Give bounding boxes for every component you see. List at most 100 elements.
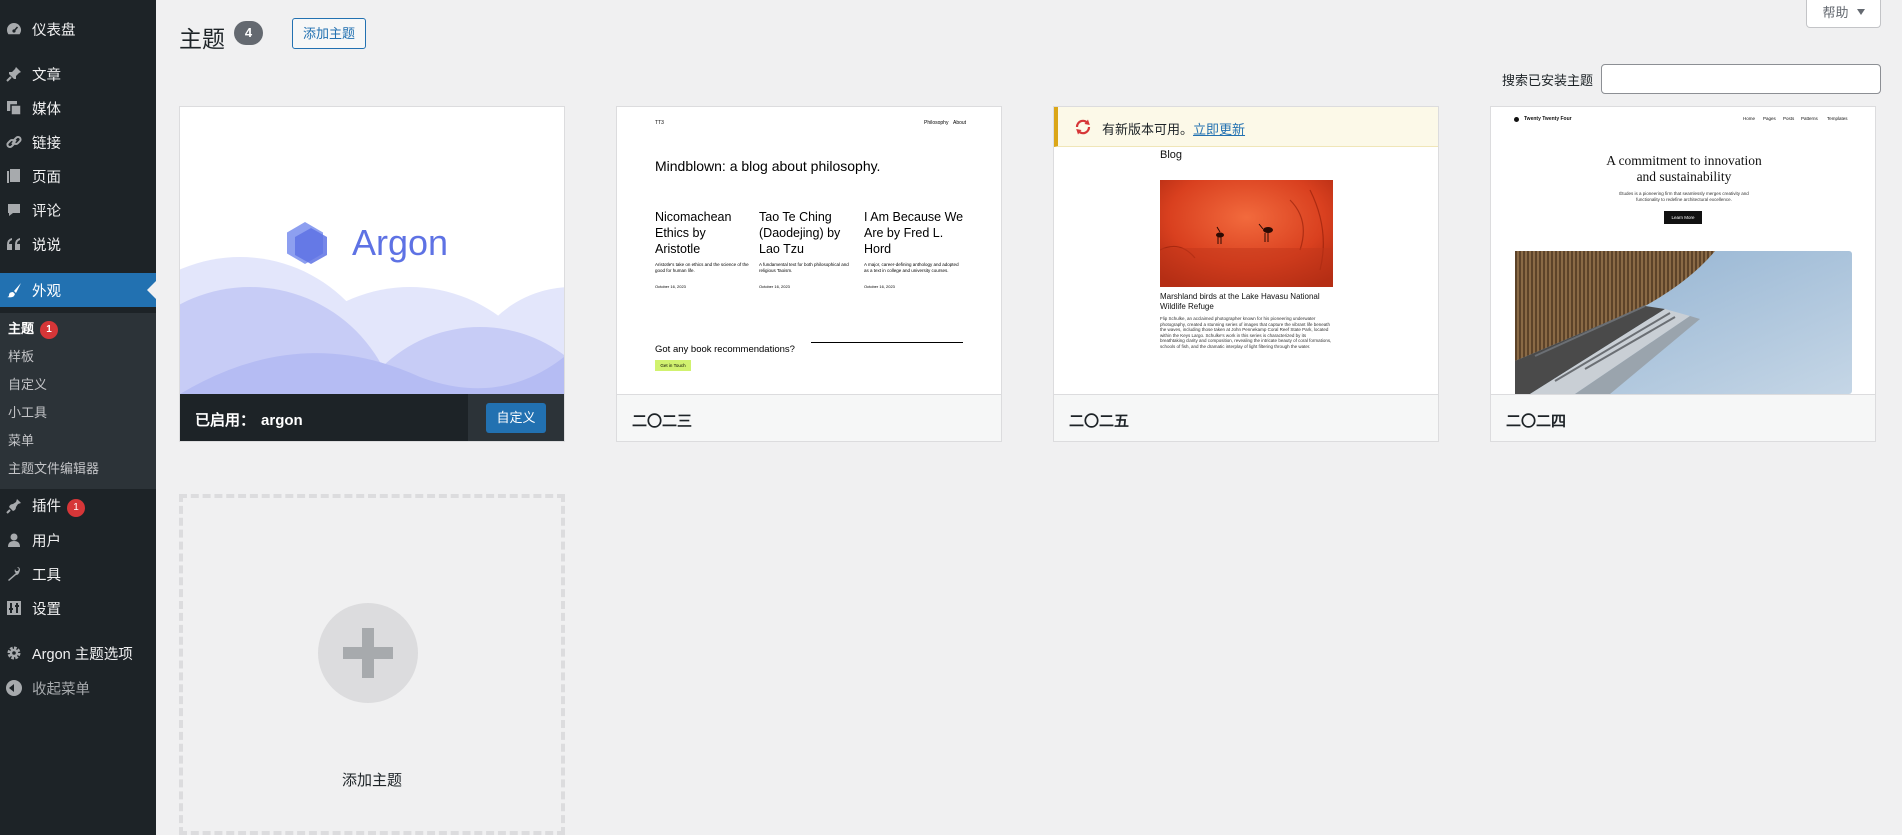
theme-name: 二〇二五 (1069, 413, 1130, 430)
theme-screenshot[interactable]: Twenty Twenty Four Home Pages Posts Patt… (1491, 107, 1875, 394)
tt3-nav-philosophy: Philosophy (924, 120, 949, 126)
tt5-hero-image (1160, 180, 1333, 287)
add-new-theme-label: 添加主题 (341, 772, 402, 789)
update-count-badge: 1 (40, 321, 59, 339)
submenu-item-patterns[interactable]: 样板 (8, 347, 34, 367)
admin-sidebar: 仪表盘 文章 媒体 链接 页面 评论 说说 外观 主题 1 样板 自定义 小工具… (0, 0, 156, 835)
menu-item-argon-options[interactable]: Argon 主题选项 (0, 636, 156, 670)
menu-label: 用户 (32, 533, 61, 550)
theme-screenshot[interactable]: Argon (180, 107, 564, 394)
search-installed-themes-input[interactable] (1601, 64, 1881, 94)
update-notice: 有新版本可用。立即更新 (1054, 107, 1438, 147)
submenu-label: 样板 (8, 349, 35, 364)
plugin-icon (6, 498, 22, 514)
submenu-item-widgets[interactable]: 小工具 (8, 403, 47, 423)
tt4-heading: A commitment to innovation and sustainab… (1606, 153, 1762, 184)
tt3-post-date: October 16, 2023 (864, 284, 895, 289)
theme-name-bar: 二〇二五 (1054, 394, 1438, 441)
menu-item-plugins[interactable]: 插件 1 (0, 489, 156, 523)
menu-label: 页面 (32, 169, 61, 186)
menu-label: 设置 (32, 601, 61, 618)
theme-card-twentytwentyfour[interactable]: Twenty Twenty Four Home Pages Posts Patt… (1490, 106, 1876, 442)
menu-item-comments[interactable]: 评论 (0, 193, 156, 227)
menu-item-dashboard[interactable]: 仪表盘 (0, 12, 156, 46)
tt4-nav-item: Templates (1827, 116, 1848, 121)
quote-icon (6, 236, 22, 252)
menu-item-posts[interactable]: 文章 (0, 57, 156, 91)
tt5-caption: Marshland birds at the Lake Havasu Natio… (1160, 292, 1320, 311)
add-theme-button[interactable]: 添加主题 (292, 18, 367, 49)
tt5-body-text: Flip Schulke, an acclaimed photographer … (1160, 316, 1332, 349)
argon-preview-title: Argon (352, 222, 449, 263)
menu-item-media[interactable]: 媒体 (0, 91, 156, 125)
settings-icon (6, 600, 22, 616)
menu-item-shuoshuo[interactable]: 说说 (0, 227, 156, 261)
tt3-post-date: October 16, 2023 (759, 284, 790, 289)
theme-name-bar: 二〇二三 (617, 394, 1001, 441)
theme-name-bar: 二〇二四 (1491, 394, 1875, 441)
help-tab-button[interactable]: 帮助 (1806, 0, 1881, 28)
submenu-label: 自定义 (8, 377, 48, 392)
menu-label: 说说 (32, 237, 61, 254)
tt3-cta-button: Get in Touch (655, 360, 691, 371)
help-label: 帮助 (1822, 5, 1849, 20)
menu-label: 外观 (32, 283, 61, 300)
theme-screenshot[interactable]: Blog Marshland birds at the Lake Havasu … (1054, 107, 1438, 394)
submenu-label: 菜单 (8, 433, 35, 448)
menu-item-links[interactable]: 链接 (0, 125, 156, 159)
submenu-label: 主题文件编辑器 (8, 461, 100, 476)
tt3-post-title: Tao Te Ching (Daodejing) by Lao Tzu (759, 210, 841, 256)
tt4-nav-item: Home (1743, 116, 1756, 121)
theme-card-argon[interactable]: Argon 已启用： argon 自定义 (179, 106, 565, 442)
tt4-architecture-image (1515, 251, 1852, 394)
menu-item-users[interactable]: 用户 (0, 523, 156, 557)
submenu-item-themes[interactable]: 主题 1 (8, 319, 59, 339)
customize-button[interactable]: 自定义 (486, 403, 546, 433)
user-icon (6, 532, 22, 548)
tt4-nav-item: Posts (1783, 116, 1795, 121)
submenu-item-menus[interactable]: 菜单 (8, 431, 34, 451)
collapse-label: 收起菜单 (32, 681, 90, 698)
tt3-post-title: I Am Because We Are by Fred L. Hord (864, 210, 964, 256)
tt5-heading: Blog (1160, 149, 1183, 161)
tt3-post-title: Nicomachean Ethics by Aristotle (655, 210, 732, 256)
theme-screenshot[interactable]: TT3 Philosophy About Mindblown: a blog a… (617, 107, 1001, 394)
tt3-nav-about: About (953, 120, 967, 126)
tt3-cta-text: Got any book recommendations? (655, 344, 795, 355)
menu-item-settings[interactable]: 设置 (0, 591, 156, 625)
tt4-nav-item: Patterns (1801, 116, 1818, 121)
theme-name: 二〇二三 (632, 413, 693, 430)
update-refresh-icon (1075, 119, 1091, 135)
menu-label: 仪表盘 (32, 22, 76, 39)
add-new-theme-card[interactable]: 添加主题 (179, 494, 565, 835)
menu-item-appearance[interactable]: 外观 (0, 273, 156, 307)
submenu-item-customize[interactable]: 自定义 (8, 375, 47, 395)
menu-label: 工具 (32, 567, 61, 584)
submenu-item-theme-editor[interactable]: 主题文件编辑器 (8, 459, 99, 479)
tt3-post-date: October 16, 2023 (655, 284, 686, 289)
tt3-post-excerpt: A fundamental text for both philosophica… (759, 262, 849, 273)
collapse-menu-button[interactable]: 收起菜单 (0, 671, 156, 705)
tt4-subheading: Études is a pioneering firm that seamles… (1619, 191, 1749, 202)
theme-name-bar: 已启用： argon 自定义 (180, 394, 564, 441)
menu-label: Argon 主题选项 (32, 646, 133, 663)
update-notice-text: 有新版本可用。立即更新 (1102, 122, 1246, 137)
theme-card-twentytwentythree[interactable]: TT3 Philosophy About Mindblown: a blog a… (616, 106, 1002, 442)
media-icon (6, 100, 22, 116)
submenu-label: 主题 (8, 321, 35, 336)
update-now-link[interactable]: 立即更新 (1193, 122, 1245, 137)
plugin-update-badge: 1 (67, 499, 85, 517)
theme-card-twentytwentyfive[interactable]: 有新版本可用。立即更新 Blog Marshland birds at the … (1053, 106, 1439, 442)
dashboard-icon (6, 21, 22, 37)
menu-label: 链接 (32, 135, 61, 152)
submenu-label: 小工具 (8, 405, 48, 420)
pushpin-icon (6, 66, 22, 82)
tt4-nav-item: Pages (1763, 116, 1776, 121)
menu-item-pages[interactable]: 页面 (0, 159, 156, 193)
link-icon (6, 134, 22, 150)
tt3-site-title: TT3 (655, 120, 664, 126)
menu-item-tools[interactable]: 工具 (0, 557, 156, 591)
theme-actions: 自定义 (468, 394, 564, 441)
tt3-heading: Mindblown: a blog about philosophy. (655, 158, 881, 174)
plus-icon (318, 603, 418, 703)
